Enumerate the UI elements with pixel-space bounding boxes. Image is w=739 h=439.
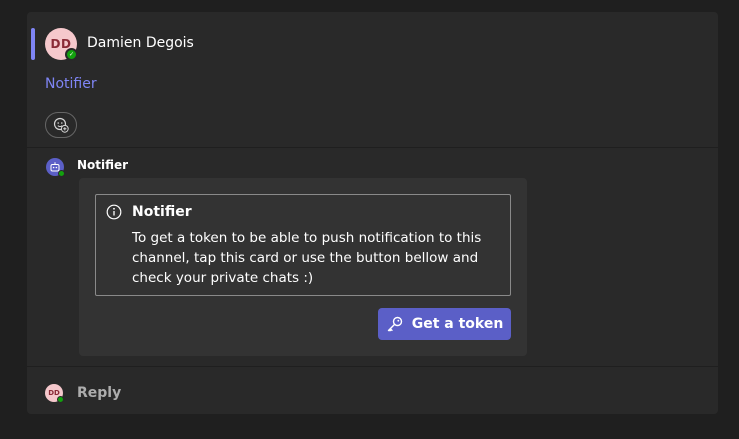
reply-button[interactable]: Reply — [77, 385, 121, 401]
emoji-add-icon — [53, 117, 69, 133]
card-container[interactable]: Notifier To get a token to be able to pu… — [95, 194, 511, 296]
divider — [27, 366, 718, 367]
key-icon — [387, 316, 402, 332]
message-link[interactable]: Notifier — [45, 76, 97, 92]
add-reaction-button[interactable] — [45, 112, 77, 138]
get-token-label: Get a token — [411, 316, 504, 332]
available-status-icon: ✓ — [65, 48, 78, 61]
card-title: Notifier — [132, 204, 192, 220]
adaptive-card[interactable]: Notifier To get a token to be able to pu… — [79, 178, 527, 356]
get-token-button[interactable]: Get a token — [378, 308, 511, 340]
conversation-thread: DD ✓ Damien Degois Notifier Notifier Not… — [27, 12, 718, 414]
author-name[interactable]: Damien Degois — [87, 35, 194, 51]
card-body: To get a token to be able to push notifi… — [132, 230, 482, 286]
divider — [27, 147, 718, 148]
root-message-accent-bar — [31, 28, 35, 60]
bot-status-icon — [58, 170, 65, 177]
info-icon — [106, 204, 122, 220]
reply-status-icon — [57, 396, 64, 403]
bot-name[interactable]: Notifier — [77, 158, 128, 172]
